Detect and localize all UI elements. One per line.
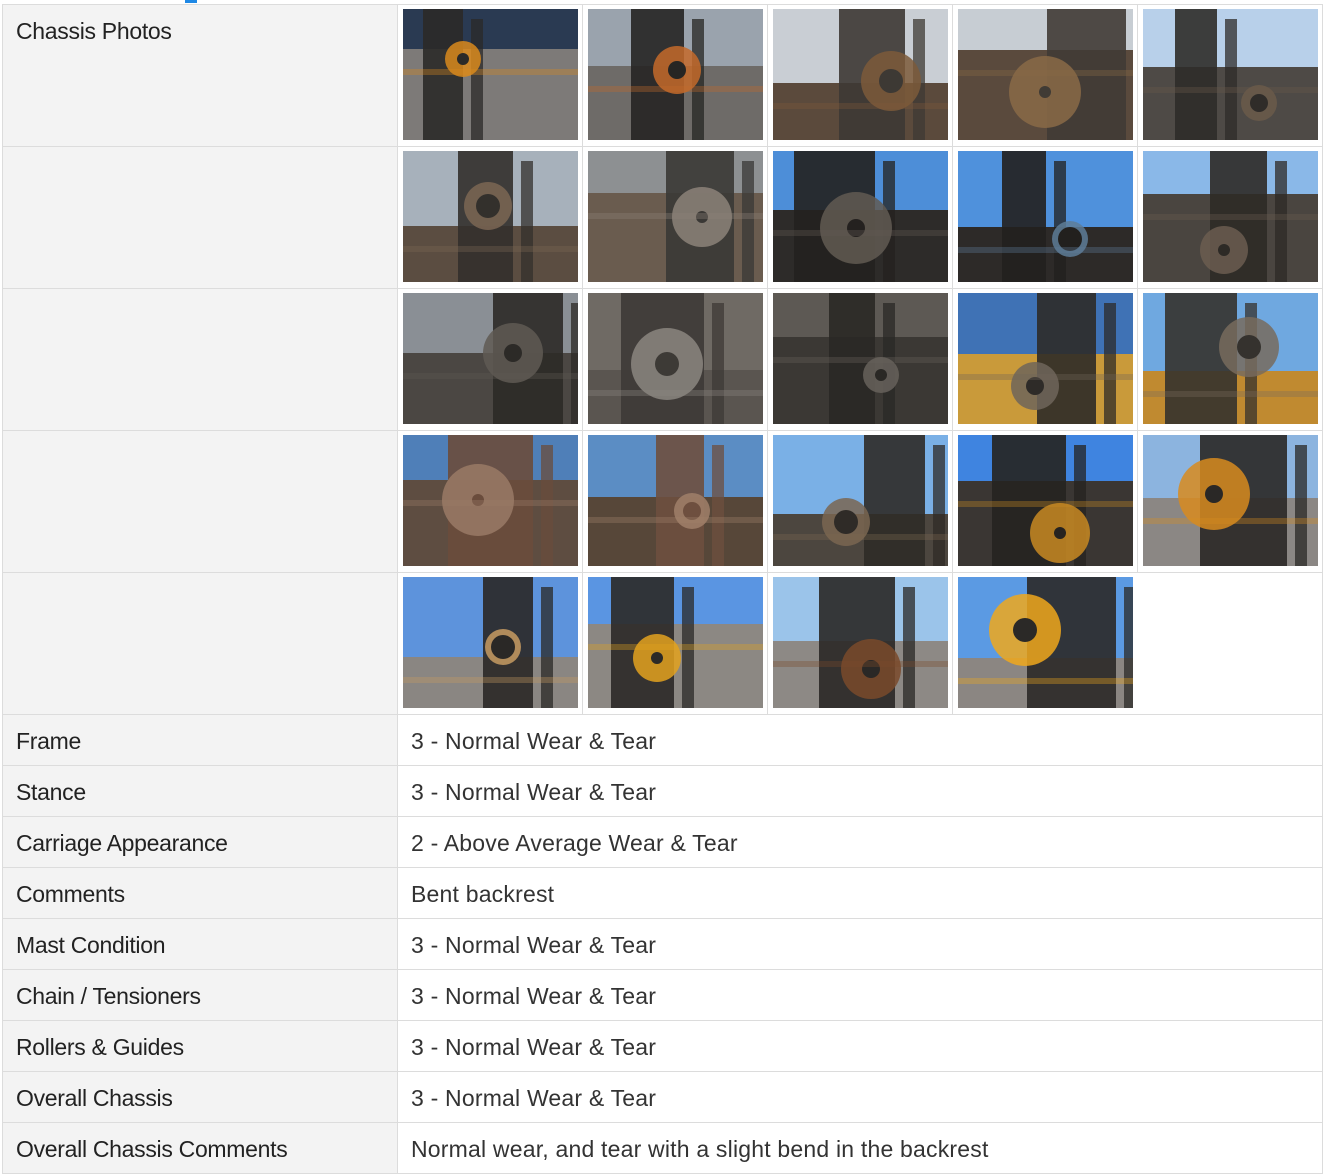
photo-cell bbox=[768, 5, 953, 146]
photo-thumbnail-mast-upright[interactable] bbox=[958, 435, 1133, 566]
photo-cell bbox=[583, 147, 768, 288]
field-row: Carriage Appearance 2 - Above Average Wea… bbox=[2, 816, 1323, 868]
field-row: Stance 3 - Normal Wear & Tear bbox=[2, 765, 1323, 817]
field-value: Bent backrest bbox=[397, 867, 1323, 919]
field-label: Frame bbox=[2, 714, 398, 766]
photo-grid-cell bbox=[397, 146, 1323, 289]
field-value: Normal wear, and tear with a slight bend… bbox=[397, 1122, 1323, 1174]
photo-cell bbox=[768, 147, 953, 288]
photo-cell bbox=[1138, 5, 1323, 146]
photo-cell bbox=[398, 573, 583, 714]
photo-thumbnail-cylinder-mount[interactable] bbox=[403, 151, 578, 282]
photo-cell bbox=[953, 5, 1138, 146]
photo-thumbnail-forks-front[interactable] bbox=[773, 577, 948, 708]
photo-row bbox=[2, 572, 1323, 715]
photo-grid bbox=[398, 289, 1322, 430]
section-title-accent bbox=[185, 0, 197, 3]
photo-cell bbox=[583, 431, 768, 572]
photo-thumbnail-roller-channel-2[interactable] bbox=[773, 293, 948, 424]
field-row: Comments Bent backrest bbox=[2, 867, 1323, 919]
photo-thumbnail-forklift-mast-side[interactable] bbox=[403, 9, 578, 140]
photo-grid-cell bbox=[397, 4, 1323, 147]
photo-thumbnail-chain-pulley[interactable] bbox=[588, 151, 763, 282]
field-value: 3 - Normal Wear & Tear bbox=[397, 969, 1323, 1021]
photo-cell bbox=[398, 147, 583, 288]
field-value: 3 - Normal Wear & Tear bbox=[397, 1020, 1323, 1072]
field-row: Frame 3 - Normal Wear & Tear bbox=[2, 714, 1323, 766]
photo-thumbnail-mast-bracket-closeup[interactable] bbox=[773, 9, 948, 140]
field-label: Chain / Tensioners bbox=[2, 969, 398, 1021]
field-label: Carriage Appearance bbox=[2, 816, 398, 868]
photo-cell bbox=[953, 289, 1138, 430]
photo-cell bbox=[398, 431, 583, 572]
photo-cell bbox=[953, 147, 1138, 288]
photo-thumbnail-forklift-overview[interactable] bbox=[588, 577, 763, 708]
photo-thumbnail-chain-sheave-2[interactable] bbox=[1143, 293, 1318, 424]
field-row: Overall Chassis 3 - Normal Wear & Tear bbox=[2, 1071, 1323, 1123]
field-value: 3 - Normal Wear & Tear bbox=[397, 765, 1323, 817]
field-value: 3 - Normal Wear & Tear bbox=[397, 714, 1323, 766]
photo-thumbnail-mast-bracket-closeup-2[interactable] bbox=[958, 9, 1133, 140]
photo-row-label-empty bbox=[2, 288, 398, 431]
field-row: Overall Chassis Comments Normal wear, and… bbox=[2, 1122, 1323, 1174]
photo-row bbox=[2, 288, 1323, 431]
photo-cell bbox=[768, 431, 953, 572]
photo-thumbnail-hose-reel[interactable] bbox=[403, 435, 578, 566]
field-label: Overall Chassis Comments bbox=[2, 1122, 398, 1174]
field-label: Overall Chassis bbox=[2, 1071, 398, 1123]
photo-row bbox=[2, 146, 1323, 289]
photo-row-label-empty bbox=[2, 572, 398, 715]
photo-thumbnail-pulley-sky-view[interactable] bbox=[773, 151, 948, 282]
photo-thumbnail-pulley-sky-view-2[interactable] bbox=[958, 151, 1133, 282]
chassis-photos-label: Chassis Photos bbox=[2, 4, 398, 147]
photo-cell bbox=[953, 431, 1138, 572]
field-label: Rollers & Guides bbox=[2, 1020, 398, 1072]
photo-cell bbox=[583, 5, 768, 146]
photo-row bbox=[2, 430, 1323, 573]
photo-cell bbox=[1138, 147, 1323, 288]
photo-grid-cell bbox=[397, 288, 1323, 431]
field-row: Chain / Tensioners 3 - Normal Wear & Tear bbox=[2, 969, 1323, 1021]
field-label: Stance bbox=[2, 765, 398, 817]
photo-thumbnail-forklift-side[interactable] bbox=[958, 577, 1133, 708]
field-label: Comments bbox=[2, 867, 398, 919]
photo-cell bbox=[768, 289, 953, 430]
photo-cell bbox=[583, 573, 768, 714]
photo-cell bbox=[768, 573, 953, 714]
photo-thumbnail-hose-reel-2[interactable] bbox=[588, 435, 763, 566]
photo-cell bbox=[398, 289, 583, 430]
photo-row: Chassis Photos bbox=[2, 4, 1323, 147]
photo-grid bbox=[398, 5, 1322, 146]
photo-row-label-empty bbox=[2, 146, 398, 289]
photo-thumbnail-mast-chain[interactable] bbox=[403, 293, 578, 424]
chassis-report-table: Chassis Photos Frame 3 - Normal Wear & Te… bbox=[2, 4, 1323, 1174]
field-value: 3 - Normal Wear & Tear bbox=[397, 1071, 1323, 1123]
photo-grid-cell bbox=[397, 572, 1323, 715]
field-value: 2 - Above Average Wear & Tear bbox=[397, 816, 1323, 868]
photo-grid bbox=[398, 147, 1322, 288]
photo-cell bbox=[1138, 289, 1323, 430]
photo-thumbnail-roller-channel[interactable] bbox=[588, 293, 763, 424]
photo-row-label-empty bbox=[2, 430, 398, 573]
photo-thumbnail-mast-cylinder[interactable] bbox=[1143, 9, 1318, 140]
photo-grid bbox=[398, 431, 1322, 572]
photo-thumbnail-chain-roller[interactable] bbox=[1143, 151, 1318, 282]
photo-cell bbox=[1138, 431, 1323, 572]
photo-cell bbox=[398, 5, 583, 146]
photo-thumbnail-forklift-rear-mast[interactable] bbox=[403, 577, 578, 708]
photo-grid bbox=[398, 573, 1322, 714]
photo-thumbnail-forklift-mast-front[interactable] bbox=[588, 9, 763, 140]
field-value: 3 - Normal Wear & Tear bbox=[397, 918, 1323, 970]
photo-cell bbox=[953, 573, 1138, 714]
photo-grid-cell bbox=[397, 430, 1323, 573]
photo-cell bbox=[583, 289, 768, 430]
field-row: Rollers & Guides 3 - Normal Wear & Tear bbox=[2, 1020, 1323, 1072]
photo-thumbnail-forklift-carriage[interactable] bbox=[1143, 435, 1318, 566]
field-row: Mast Condition 3 - Normal Wear & Tear bbox=[2, 918, 1323, 970]
field-label: Mast Condition bbox=[2, 918, 398, 970]
photo-thumbnail-chain-sheave[interactable] bbox=[958, 293, 1133, 424]
photo-thumbnail-mast-hoses[interactable] bbox=[773, 435, 948, 566]
